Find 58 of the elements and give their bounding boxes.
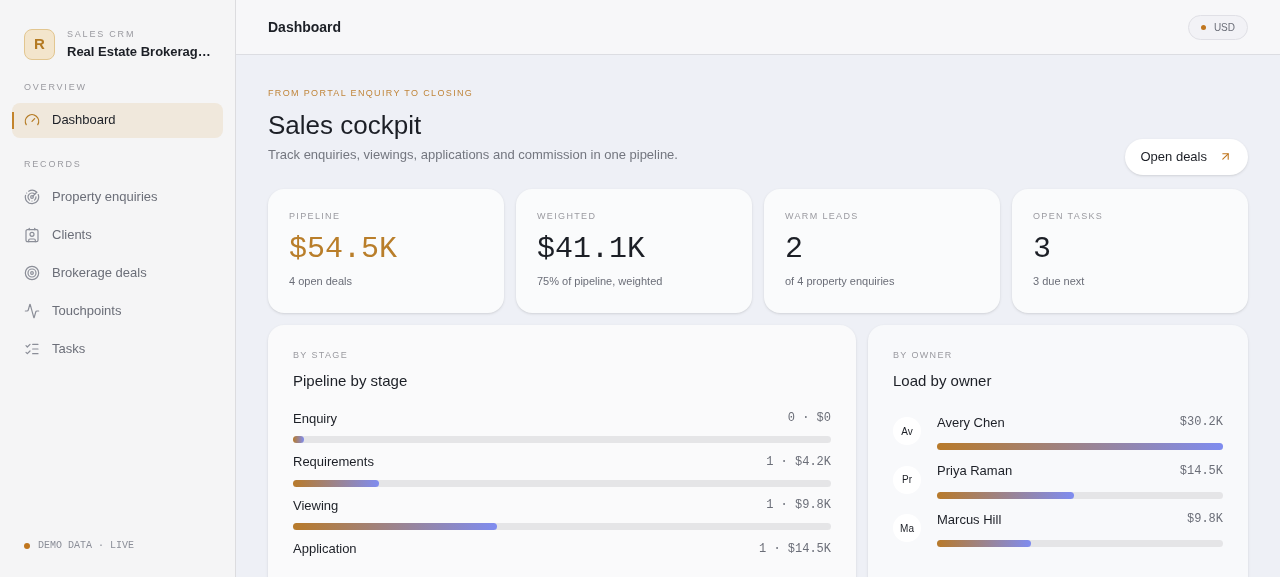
stat-value: 2	[785, 231, 804, 268]
stage-name: Application	[293, 540, 357, 558]
stat-note: 4 open deals	[289, 273, 353, 289]
stat-label: WARM LEADS	[785, 209, 860, 223]
nav-item[interactable]: Property enquiries	[12, 179, 223, 214]
card-title: Pipeline by stage	[293, 371, 409, 391]
nav-item[interactable]: Touchpoints	[12, 293, 223, 328]
stage-reading: 1 · $9.8K	[766, 497, 831, 515]
stat-value: $41.1K	[537, 231, 647, 268]
card-eyebrow: BY STAGE	[293, 348, 349, 362]
arrow-icon	[1219, 150, 1232, 163]
stage-reading: 1 · $14.5K	[759, 540, 831, 558]
stat-note: of 4 property enquiries	[785, 273, 896, 289]
stat-value: $54.5K	[289, 231, 399, 268]
stage-name: Requirements	[293, 453, 374, 471]
currency-pill[interactable]: USD	[1187, 14, 1248, 40]
brand-name: Real Estate Brokerag…	[67, 42, 211, 61]
stat-label: PIPELINE	[289, 209, 342, 223]
card-eyebrow: BY OWNER	[893, 348, 954, 362]
hero-title: Sales cockpit	[268, 108, 423, 141]
card-title: Load by owner	[893, 371, 993, 391]
open-deals-button[interactable]: Open deals	[1124, 138, 1248, 175]
owner-name: Priya Raman	[937, 462, 1013, 480]
owner-name: Avery Chen	[937, 413, 1005, 432]
hero-subtitle: Track enquiries, viewings, applications and commission in one pipeline.	[268, 146, 678, 164]
brand-logo: R	[24, 29, 55, 60]
stat-value: 3	[1033, 231, 1052, 268]
avatar: Pr	[893, 465, 921, 494]
stat-label: WEIGHTED	[537, 209, 598, 223]
nav-item[interactable]: Clients	[12, 217, 223, 252]
stat-label: OPEN TASKS	[1033, 209, 1105, 223]
avatar: Ma	[893, 514, 921, 543]
owner-name: Marcus Hill	[937, 510, 1002, 529]
owner-reading: $14.5K	[1179, 462, 1223, 480]
active-indicator	[12, 111, 14, 129]
gauge-icon	[24, 112, 40, 128]
radar-icon	[24, 188, 40, 205]
stat-note: 75% of pipeline, weighted	[537, 273, 664, 289]
avatar: Av	[893, 417, 921, 446]
owner-reading: $30.2K	[1179, 414, 1223, 432]
pulse-line-icon	[24, 302, 40, 319]
hero-eyebrow: FROM PORTAL ENQUIRY TO CLOSING	[268, 87, 475, 100]
contact-card-icon	[24, 226, 40, 243]
stat-note: 3 due next	[1033, 273, 1086, 289]
nav-item[interactable]: Brokerage deals	[12, 255, 223, 290]
target-icon	[24, 264, 40, 281]
stage-reading: 1 · $4.2K	[766, 453, 831, 471]
brand-eyebrow: SALES CRM	[67, 28, 137, 41]
owner-reading: $9.8K	[1187, 511, 1223, 529]
stage-name: Viewing	[293, 496, 339, 515]
stage-reading: 0 · $0	[787, 410, 831, 428]
page-title: Dashboard	[268, 17, 342, 37]
stage-name: Enquiry	[293, 409, 338, 428]
section-label: RECORDS	[23, 157, 83, 171]
status-text: DEMO DATA · LIVE	[38, 539, 134, 553]
section-label: OVERVIEW	[23, 81, 88, 94]
nav-item[interactable]: Dashboard	[12, 102, 223, 138]
nav-item[interactable]: Tasks	[12, 331, 223, 366]
